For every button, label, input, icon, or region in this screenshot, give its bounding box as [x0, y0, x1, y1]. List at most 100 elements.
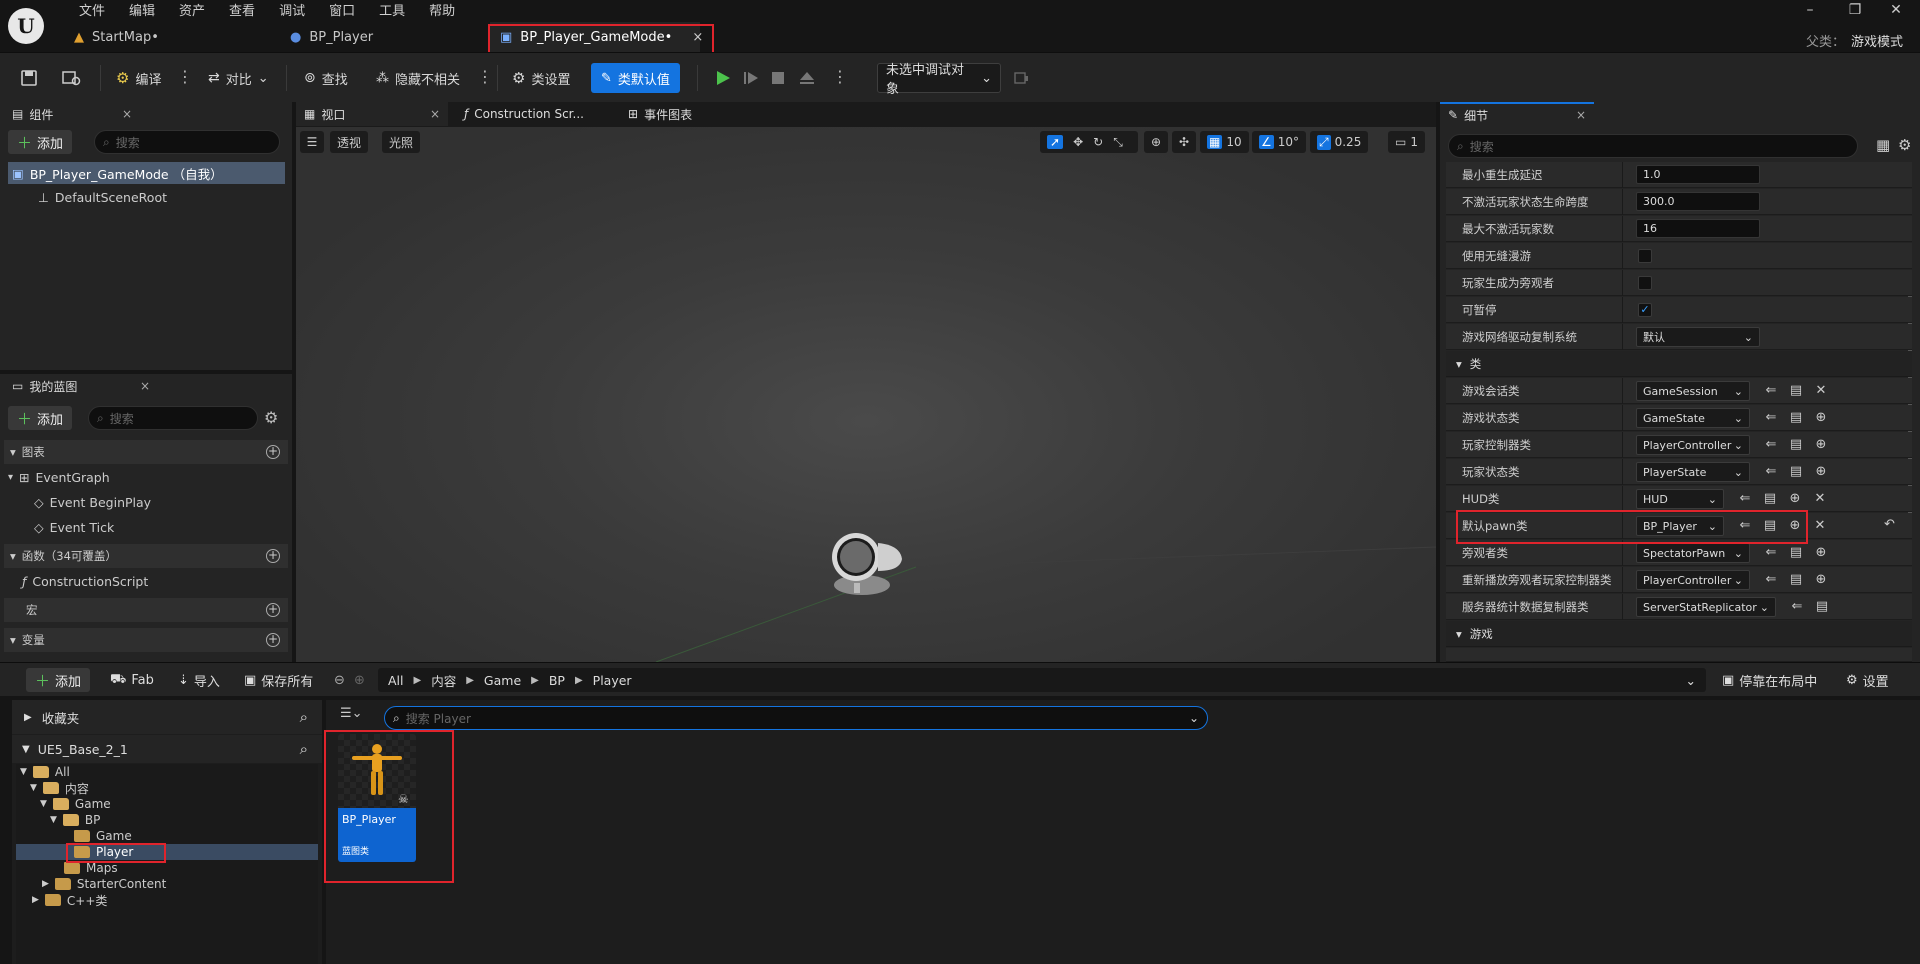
construction-script-item[interactable]: ƒ ConstructionScript — [22, 570, 148, 592]
search-icon[interactable]: ⌕ — [300, 740, 308, 758]
diff-button[interactable]: ⇄ 对比 ⌄ — [202, 63, 275, 93]
restore-icon[interactable]: ❐ — [1840, 2, 1870, 18]
folder-maps[interactable]: Maps — [64, 860, 118, 876]
hide-unrelated-button[interactable]: ⁂ 隐藏不相关 — [370, 63, 466, 93]
folder-bp-game[interactable]: Game — [74, 828, 132, 844]
clear-icon[interactable]: ✕ — [1811, 490, 1829, 508]
menu-help[interactable]: 帮助 — [417, 3, 467, 21]
game-state-class-select[interactable]: GameState ⌄ — [1636, 408, 1750, 428]
use-selected-icon[interactable]: ⇐ — [1762, 409, 1780, 427]
folder-cpp-classes[interactable]: ▶ C++类 — [32, 892, 107, 908]
breadcrumb-game[interactable]: Game — [484, 673, 521, 688]
menu-window[interactable]: 窗口 — [317, 3, 367, 21]
add-function-icon[interactable]: + — [266, 549, 280, 563]
close-icon[interactable]: × — [430, 107, 440, 121]
event-tick-item[interactable]: ◇ Event Tick — [34, 516, 114, 538]
eject-button[interactable] — [792, 63, 822, 93]
scale-snap-button[interactable]: ⤢ 0.25 — [1310, 131, 1369, 153]
browse-icon[interactable]: ▤ — [1787, 382, 1805, 400]
translate-icon[interactable]: ✥ — [1073, 135, 1083, 149]
play-options-icon[interactable]: ⋮ — [832, 67, 848, 87]
folder-player[interactable]: Player — [16, 844, 318, 860]
menu-debug[interactable]: 调试 — [267, 3, 317, 21]
asset-tile-bp-player[interactable]: ☠ BP_Player 蓝图类 — [338, 734, 416, 862]
breadcrumb-all[interactable]: All — [388, 673, 404, 688]
dock-in-layout-button[interactable]: ▣ 停靠在布局中 — [1716, 668, 1823, 692]
section-functions[interactable]: ▾ 函数（34可覆盖） — [4, 544, 288, 568]
compile-button[interactable]: ⚙ 编译 — [110, 63, 167, 93]
surface-snap-icon[interactable]: ✣ — [1172, 131, 1197, 153]
menu-view[interactable]: 查看 — [217, 3, 267, 21]
rotation-snap-button[interactable]: ∠ 10° — [1252, 131, 1307, 153]
details-search-input[interactable]: ⌕ 搜索 — [1448, 134, 1858, 158]
use-selected-icon[interactable]: ⇐ — [1762, 382, 1780, 400]
breadcrumb-content[interactable]: 内容 — [431, 671, 456, 690]
class-settings-button[interactable]: ⚙ 类设置 — [506, 63, 576, 93]
tab-details[interactable]: ✎ 细节 × — [1440, 102, 1594, 126]
folder-content[interactable]: ▼ 内容 — [30, 780, 89, 796]
save-all-button[interactable]: ▣ 保存所有 — [238, 668, 319, 692]
add-component-button[interactable]: ＋ 添加 — [8, 130, 73, 154]
viewport-menu-icon[interactable]: ☰ — [300, 131, 324, 153]
add-new-icon[interactable]: ⊕ — [1786, 490, 1804, 508]
add-new-icon[interactable]: ⊕ — [1786, 517, 1804, 535]
components-search-input[interactable]: ⌕ 搜索 — [94, 130, 280, 154]
game-session-class-select[interactable]: GameSession ⌄ — [1636, 381, 1750, 401]
server-stat-replicator-select[interactable]: ServerStatReplicator ⌄ — [1636, 597, 1776, 617]
folder-game[interactable]: ▼ Game — [40, 796, 111, 812]
close-icon[interactable]: × — [122, 107, 132, 121]
replay-spectator-controller-select[interactable]: PlayerController ⌄ — [1636, 570, 1750, 590]
viewport[interactable]: ☰ 透视 光照 ➚ ✥ ↻ ⤡ ⊕ ✣ ▦ 10 ∠ 10° ⤢ 0.25 ▭ … — [296, 127, 1436, 662]
class-defaults-button[interactable]: ✎ 类默认值 — [591, 63, 680, 93]
section-variables[interactable]: ▾ 变量 — [4, 628, 288, 652]
start-as-spectator-checkbox[interactable] — [1638, 276, 1652, 290]
use-selected-icon[interactable]: ⇐ — [1762, 463, 1780, 481]
add-new-icon[interactable]: ⊕ — [1812, 463, 1830, 481]
folder-all[interactable]: ▼ All — [20, 764, 70, 780]
folder-starter-content[interactable]: ▶ StarterContent — [42, 876, 166, 892]
camera-speed-button[interactable]: ▭ 1 — [1388, 131, 1425, 153]
add-new-icon[interactable]: ⊕ — [1812, 544, 1830, 562]
table-view-icon[interactable]: ▦ — [1876, 136, 1890, 154]
tab-event-graph[interactable]: ⊞ 事件图表 — [620, 102, 740, 126]
browse-icon[interactable]: ▤ — [1787, 436, 1805, 454]
debug-browse-icon[interactable] — [1008, 63, 1036, 93]
forward-icon[interactable]: ⊕ — [348, 668, 371, 692]
tab-construction-script[interactable]: ƒ Construction Scr... — [456, 102, 616, 126]
tab-bp-player-gamemode[interactable]: ▣ BP_Player_GameMode• × — [490, 22, 703, 52]
world-local-icon[interactable]: ⊕ — [1144, 131, 1169, 153]
select-icon[interactable]: ➚ — [1047, 135, 1064, 149]
clear-icon[interactable]: ✕ — [1812, 382, 1830, 400]
section-game[interactable]: ▾ 游戏 — [1446, 621, 1912, 647]
import-button[interactable]: ⇣ 导入 — [172, 668, 226, 692]
section-macros[interactable]: 宏 — [4, 598, 288, 622]
use-selected-icon[interactable]: ⇐ — [1762, 571, 1780, 589]
browse-icon[interactable]: ▤ — [1787, 463, 1805, 481]
close-window-icon[interactable]: ✕ — [1881, 2, 1911, 18]
menu-file[interactable]: 文件 — [67, 3, 117, 21]
scale-icon[interactable]: ⤡ — [1113, 135, 1123, 150]
net-driver-replication-select[interactable]: 默认 ⌄ — [1636, 327, 1760, 347]
rotate-icon[interactable]: ↻ — [1093, 135, 1103, 149]
chevron-down-icon[interactable]: ⌄ — [1686, 673, 1696, 688]
breadcrumb-player[interactable]: Player — [593, 673, 632, 688]
tab-components[interactable]: ▤ 组件 × — [4, 102, 140, 126]
folder-bp[interactable]: ▼ BP — [50, 812, 100, 828]
hide-options-icon[interactable]: ⋮ — [477, 67, 493, 87]
fab-button[interactable]: ⛟ Fab — [104, 668, 160, 692]
clear-icon[interactable]: ✕ — [1811, 517, 1829, 535]
use-selected-icon[interactable]: ⇐ — [1762, 544, 1780, 562]
player-controller-class-select[interactable]: PlayerController ⌄ — [1636, 435, 1750, 455]
browse-icon[interactable]: ▤ — [1761, 490, 1779, 508]
perspective-button[interactable]: 透视 — [330, 131, 369, 153]
spectator-class-select[interactable]: SpectatorPawn ⌄ — [1636, 543, 1750, 563]
menu-edit[interactable]: 编辑 — [117, 3, 167, 21]
add-new-icon[interactable]: ⊕ — [1812, 571, 1830, 589]
close-icon[interactable]: × — [140, 379, 150, 393]
add-variable-icon[interactable]: + — [266, 633, 280, 647]
inactive-player-lifespan-input[interactable]: 300.0 — [1636, 192, 1760, 211]
add-macro-icon[interactable]: + — [266, 603, 280, 617]
debug-object-dropdown[interactable]: 未选中调试对象 ⌄ — [877, 63, 1001, 97]
save-icon[interactable] — [14, 63, 44, 93]
browse-icon[interactable]: ▤ — [1787, 571, 1805, 589]
